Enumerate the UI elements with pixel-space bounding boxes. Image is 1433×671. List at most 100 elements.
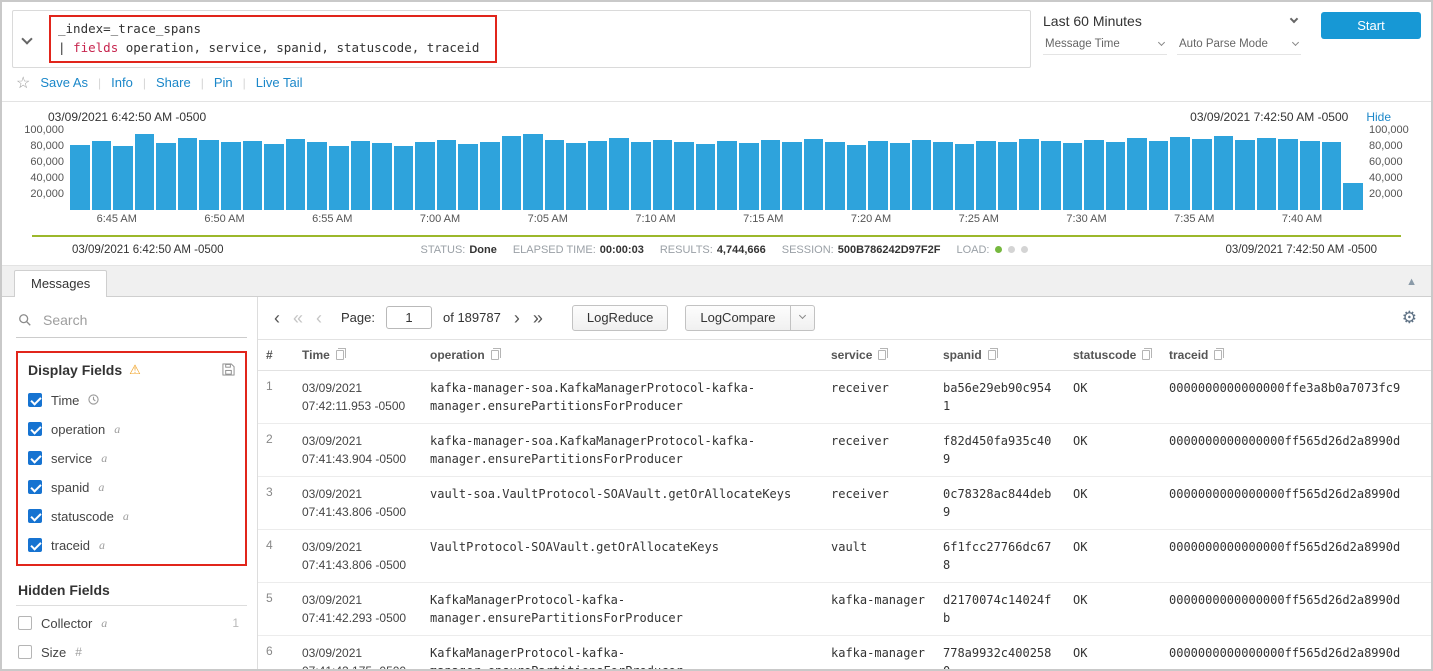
action-pin[interactable]: Pin [214, 75, 233, 90]
field-checkbox[interactable] [18, 616, 32, 630]
action-info[interactable]: Info [111, 75, 133, 90]
histogram-bar[interactable] [1300, 141, 1320, 210]
copy-icon[interactable] [491, 350, 499, 360]
histogram-bar[interactable] [1322, 142, 1342, 209]
histogram-bar[interactable] [1170, 137, 1190, 210]
histogram-bar[interactable] [696, 144, 716, 210]
histogram-bar[interactable] [1063, 143, 1083, 209]
action-save-as[interactable]: Save As [40, 75, 88, 90]
action-share[interactable]: Share [156, 75, 191, 90]
table-row[interactable]: 103/09/202107:42:11.953 -0500kafka-manag… [258, 371, 1431, 424]
logcompare-button[interactable]: LogCompare [685, 305, 790, 331]
histogram-bar[interactable] [717, 141, 737, 210]
field-row-service[interactable]: servicea [26, 444, 237, 473]
column-header-service[interactable]: service [823, 340, 935, 370]
histogram-bar[interactable] [1214, 136, 1234, 210]
query-expand-button[interactable] [13, 11, 41, 67]
field-checkbox[interactable] [18, 645, 32, 659]
chevron-left-icon[interactable]: ‹ [270, 309, 284, 327]
field-row-spanid[interactable]: spanida [26, 473, 237, 502]
save-fields-icon[interactable] [222, 363, 235, 376]
histogram-bar[interactable] [156, 143, 176, 209]
histogram-bar[interactable] [372, 143, 392, 209]
settings-gear-icon[interactable]: ⚙ [1402, 308, 1417, 328]
histogram-bar[interactable] [113, 146, 133, 209]
histogram-bar[interactable] [1235, 140, 1255, 210]
histogram-bar[interactable] [847, 145, 867, 210]
histogram-bar[interactable] [221, 142, 241, 209]
histogram-bar[interactable] [135, 134, 155, 210]
column-header-time[interactable]: Time [294, 340, 422, 370]
histogram-bar[interactable] [890, 143, 910, 209]
column-header-statuscode[interactable]: statuscode [1065, 340, 1161, 370]
histogram-bar[interactable] [674, 142, 694, 210]
histogram-bar[interactable] [761, 140, 781, 210]
histogram-bar[interactable] [933, 142, 953, 210]
histogram-bar[interactable] [631, 142, 651, 209]
histogram-bar[interactable] [394, 146, 414, 209]
histogram-bar[interactable] [653, 140, 673, 210]
field-checkbox[interactable] [28, 480, 42, 494]
parse-mode-select[interactable]: Auto Parse Mode [1177, 36, 1301, 55]
query-text[interactable]: _index=_trace_spans | fields operation, … [41, 11, 1030, 67]
action-live-tail[interactable]: Live Tail [256, 75, 303, 90]
histogram-bar[interactable] [502, 136, 522, 210]
copy-icon[interactable] [336, 350, 344, 360]
field-row-time[interactable]: Time [26, 386, 237, 415]
logreduce-button[interactable]: LogReduce [572, 305, 669, 331]
histogram-bar[interactable] [307, 142, 327, 210]
histogram-bar[interactable] [92, 141, 112, 210]
histogram-bar[interactable] [415, 142, 435, 209]
field-row-statuscode[interactable]: statuscodea [26, 502, 237, 531]
histogram-bar[interactable] [437, 140, 457, 210]
field-checkbox[interactable] [28, 422, 42, 436]
favorite-star-icon[interactable]: ☆ [16, 73, 30, 93]
time-range-select[interactable]: Last 60 Minutes [1043, 13, 1301, 29]
last-page-button[interactable]: » [529, 309, 547, 327]
histogram-bar[interactable] [243, 141, 263, 210]
histogram-bar[interactable] [1343, 183, 1363, 209]
first-page-button[interactable]: « [289, 309, 307, 327]
start-button[interactable]: Start [1321, 12, 1421, 39]
prev-page-button[interactable]: ‹ [312, 309, 326, 327]
histogram-bar[interactable] [739, 143, 759, 209]
histogram-bar[interactable] [1127, 138, 1147, 209]
histogram-bar[interactable] [998, 142, 1018, 209]
query-editor[interactable]: _index=_trace_spans | fields operation, … [12, 10, 1031, 68]
field-search-input[interactable] [41, 311, 245, 329]
histogram-bar[interactable] [329, 146, 349, 210]
table-row[interactable]: 203/09/202107:41:43.904 -0500kafka-manag… [258, 424, 1431, 477]
collapse-panel-icon[interactable]: ▲ [1406, 276, 1417, 296]
histogram-bar[interactable] [1278, 139, 1298, 209]
histogram-bar[interactable] [523, 134, 543, 210]
field-checkbox[interactable] [28, 509, 42, 523]
next-page-button[interactable]: › [510, 309, 524, 327]
histogram-bar[interactable] [1192, 139, 1212, 209]
histogram-bar[interactable] [178, 138, 198, 210]
logcompare-dropdown-button[interactable] [791, 305, 815, 331]
copy-icon[interactable] [988, 350, 996, 360]
histogram-bar[interactable] [912, 140, 932, 210]
column-header-traceid[interactable]: traceid [1161, 340, 1431, 370]
field-row-size[interactable]: Size# [16, 638, 247, 667]
histogram-bar[interactable] [804, 139, 824, 209]
field-row-operation[interactable]: operationa [26, 415, 237, 444]
copy-icon[interactable] [1142, 350, 1150, 360]
histogram-bar[interactable] [70, 145, 90, 210]
table-row[interactable]: 403/09/202107:41:43.806 -0500VaultProtoc… [258, 530, 1431, 583]
histogram-bar[interactable] [609, 138, 629, 209]
histogram-bar[interactable] [955, 144, 975, 210]
histogram-bar[interactable] [868, 141, 888, 210]
column-header-spanid[interactable]: spanid [935, 340, 1065, 370]
histogram-bar[interactable] [264, 144, 284, 210]
field-checkbox[interactable] [28, 538, 42, 552]
hide-histogram-link[interactable]: Hide [1366, 110, 1391, 124]
table-row[interactable]: 503/09/202107:41:42.293 -0500KafkaManage… [258, 583, 1431, 636]
table-row[interactable]: 603/09/202107:41:42.175 -0500KafkaManage… [258, 636, 1431, 670]
histogram-bar[interactable] [458, 144, 478, 210]
histogram-bar[interactable] [976, 141, 996, 210]
field-checkbox[interactable] [28, 451, 42, 465]
page-input[interactable] [386, 306, 432, 329]
tab-messages[interactable]: Messages [14, 270, 107, 297]
column-header-operation[interactable]: operation [422, 340, 823, 370]
